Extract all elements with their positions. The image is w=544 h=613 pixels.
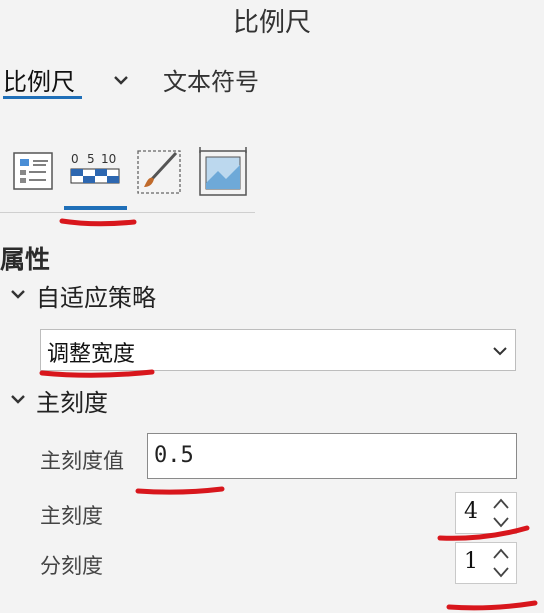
- subdivisions-stepper[interactable]: 1: [455, 542, 517, 584]
- properties-heading: 属性: [0, 245, 51, 274]
- fitting-strategy-select[interactable]: 调整宽度: [40, 329, 516, 371]
- chevron-down-icon[interactable]: [111, 70, 131, 90]
- toolbar-divider: [0, 212, 255, 213]
- chevron-down-icon[interactable]: [491, 515, 511, 529]
- scale-bar-icon[interactable]: 0 5 10: [67, 143, 123, 199]
- subdivisions-value: 1: [464, 549, 478, 574]
- subdivisions-label: 分刻度: [40, 554, 103, 578]
- major-division-group-label[interactable]: 主刻度: [36, 383, 108, 418]
- chevron-down-icon[interactable]: [10, 391, 26, 407]
- tab-scale-bar[interactable]: 比例尺: [3, 62, 75, 97]
- tab-text-symbol[interactable]: 文本符号: [163, 62, 259, 97]
- major-divisions-stepper[interactable]: 4: [455, 492, 517, 534]
- active-icon-indicator: [64, 206, 127, 210]
- layout-list-icon[interactable]: [6, 143, 62, 199]
- chevron-down-icon[interactable]: [491, 342, 509, 360]
- chevron-up-icon[interactable]: [491, 497, 511, 511]
- chevron-up-icon[interactable]: [491, 547, 511, 561]
- pane-title: 比例尺: [232, 8, 311, 38]
- fitting-strategy-value: 调整宽度: [47, 342, 136, 367]
- svg-text:10: 10: [101, 152, 116, 166]
- chevron-down-icon[interactable]: [491, 565, 511, 579]
- major-divisions-label: 主刻度: [40, 504, 103, 528]
- svg-text:0: 0: [71, 152, 79, 166]
- svg-text:5: 5: [87, 152, 95, 166]
- frame-image-icon[interactable]: [196, 143, 252, 199]
- major-division-value: 0.5: [154, 443, 194, 468]
- active-tab-indicator: [3, 96, 82, 99]
- fitting-strategy-group-label[interactable]: 自适应策略: [36, 278, 156, 313]
- brush-icon[interactable]: [134, 143, 190, 199]
- major-division-value-input[interactable]: 0.5: [147, 433, 517, 479]
- major-division-value-label: 主刻度值: [40, 449, 124, 473]
- major-divisions-value: 4: [464, 499, 478, 524]
- chevron-down-icon[interactable]: [10, 286, 26, 302]
